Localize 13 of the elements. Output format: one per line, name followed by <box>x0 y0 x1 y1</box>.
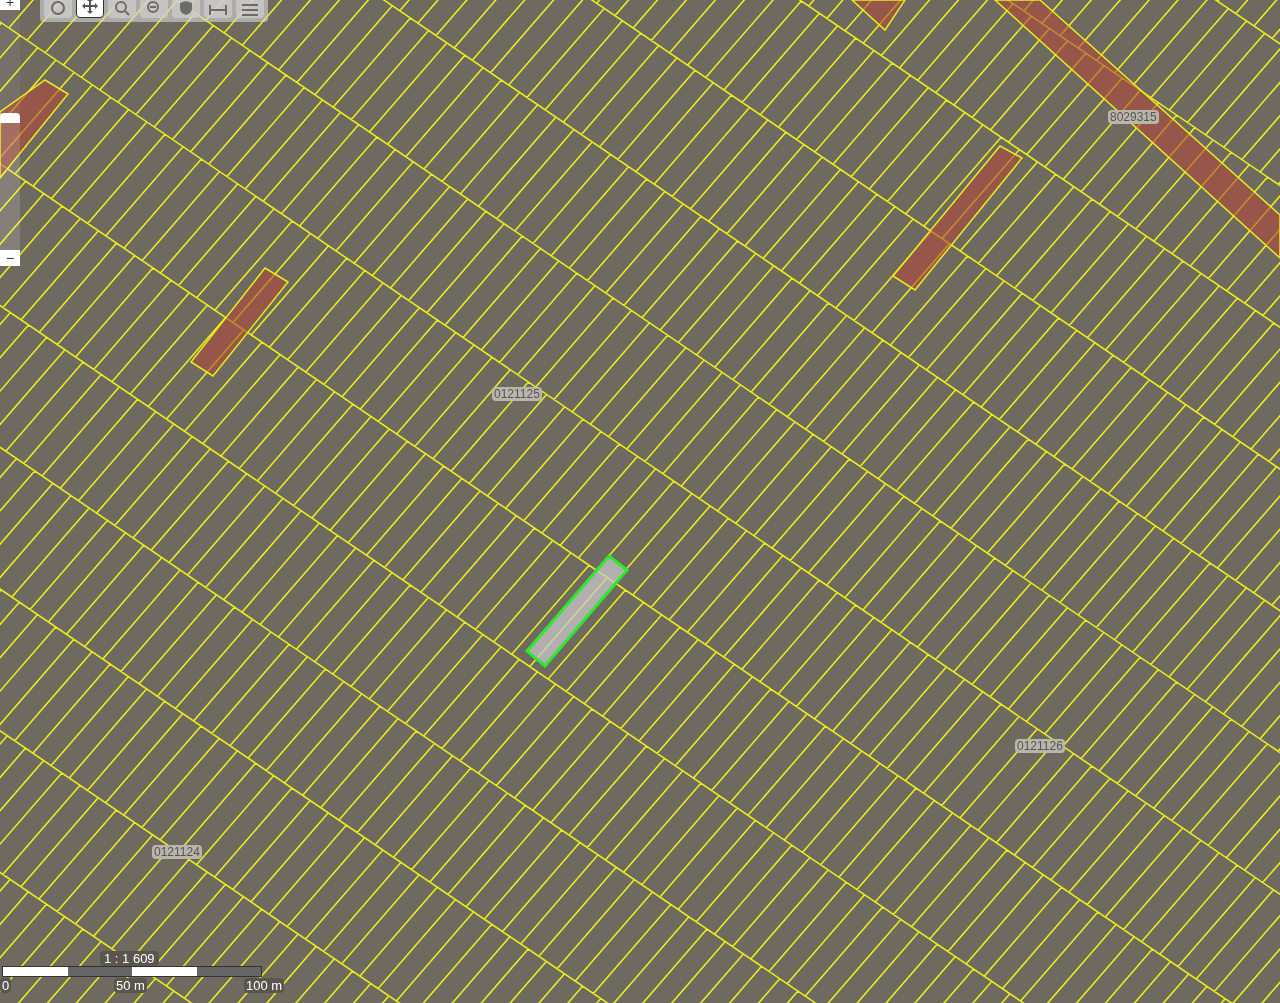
zoom-slider-fill[interactable] <box>0 113 20 250</box>
parcel-number-label: 0121125 <box>492 387 542 401</box>
parcel-number-label: 8029315 <box>1108 110 1159 124</box>
parcel-number-label: 0121126 <box>1015 739 1065 753</box>
shield-icon <box>178 0 194 16</box>
move-icon <box>81 0 99 15</box>
scale-tick-label: 50 m <box>114 978 147 993</box>
parcel-number-label: 0121124 <box>152 845 202 859</box>
scale-tick-label: 0 <box>0 978 12 993</box>
scale-tick-label: 100 m <box>244 978 285 993</box>
scale-ratio: 1 : 1 609 <box>100 951 159 966</box>
highlighted-parcel <box>850 0 907 32</box>
zoom-out-button[interactable]: − <box>0 250 20 266</box>
